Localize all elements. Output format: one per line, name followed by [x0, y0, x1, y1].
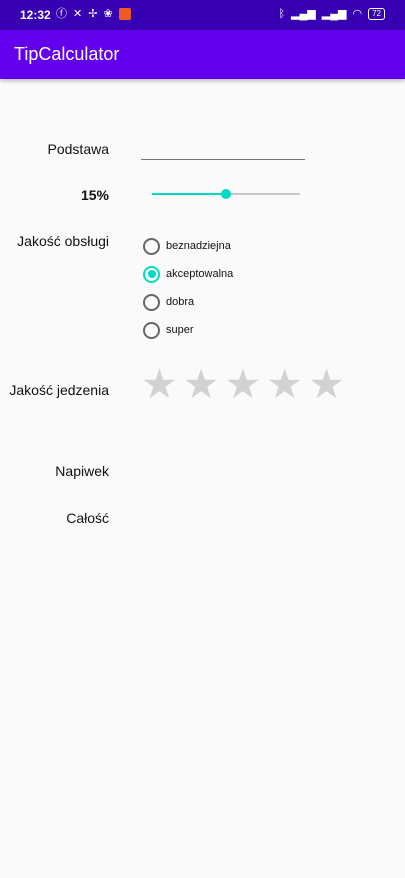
- orange-app-icon: [118, 8, 131, 20]
- food-quality-rating[interactable]: ★ ★ ★ ★ ★: [141, 362, 345, 406]
- tip-percent-label: 15%: [80, 187, 109, 203]
- radio-label: akceptowalna: [166, 268, 234, 280]
- star-icon[interactable]: ★: [308, 362, 345, 406]
- radio-icon[interactable]: [143, 321, 160, 339]
- service-quality-label: Jakość obsługi: [17, 233, 109, 249]
- tip-percent-slider[interactable]: [152, 186, 300, 202]
- tip-label: Napiwek: [55, 463, 109, 479]
- star-icon[interactable]: ★: [141, 362, 178, 406]
- food-quality-label: Jakość jedzenia: [9, 382, 109, 398]
- facebook-icon: ⓕ: [56, 8, 67, 20]
- signal-icon: ▂▄▆: [291, 8, 316, 20]
- signal-icon: ▂▄▆: [321, 8, 347, 20]
- bluetooth-icon: ᛒ: [278, 8, 286, 20]
- total-label: Całość: [66, 510, 109, 526]
- star-icon[interactable]: ★: [225, 362, 262, 406]
- status-bar: 12:32 ⓕ ✕ ✢ ❀ ᛒ ▂▄▆ ▂▄▆ ◠ 72: [0, 0, 405, 30]
- radio-icon[interactable]: [143, 293, 160, 311]
- status-time: 12:32: [20, 8, 51, 22]
- service-option-super[interactable]: super: [143, 316, 233, 344]
- radio-label: super: [166, 324, 194, 336]
- service-option-akceptowalna[interactable]: akceptowalna: [143, 260, 233, 288]
- battery-icon: 72: [368, 8, 385, 20]
- service-option-dobra[interactable]: dobra: [143, 288, 233, 316]
- wifi-icon: ◠: [352, 8, 363, 20]
- app-title: TipCalculator: [14, 44, 120, 64]
- base-amount-input[interactable]: [141, 136, 305, 160]
- pinwheel-icon: ✢: [88, 8, 98, 20]
- notification-icons: ⓕ ✕ ✢ ❀: [56, 7, 131, 21]
- app-bar: TipCalculator: [0, 30, 405, 79]
- slider-thumb[interactable]: [221, 189, 231, 199]
- system-icons: ᛒ ▂▄▆ ▂▄▆ ◠ 72: [278, 7, 385, 21]
- slider-fill: [152, 193, 226, 195]
- radio-icon[interactable]: [143, 237, 160, 255]
- base-label: Podstawa: [47, 141, 109, 157]
- app-icon: ❀: [103, 8, 113, 20]
- radio-label: beznadziejna: [166, 240, 231, 252]
- star-icon[interactable]: ★: [183, 362, 220, 406]
- star-icon[interactable]: ★: [266, 362, 303, 406]
- service-quality-radio-group: beznadziejna akceptowalna dobra super: [143, 232, 233, 344]
- service-option-beznadziejna[interactable]: beznadziejna: [143, 232, 233, 260]
- radio-icon[interactable]: [143, 265, 160, 283]
- radio-label: dobra: [166, 296, 195, 308]
- x-icon: ✕: [73, 8, 83, 20]
